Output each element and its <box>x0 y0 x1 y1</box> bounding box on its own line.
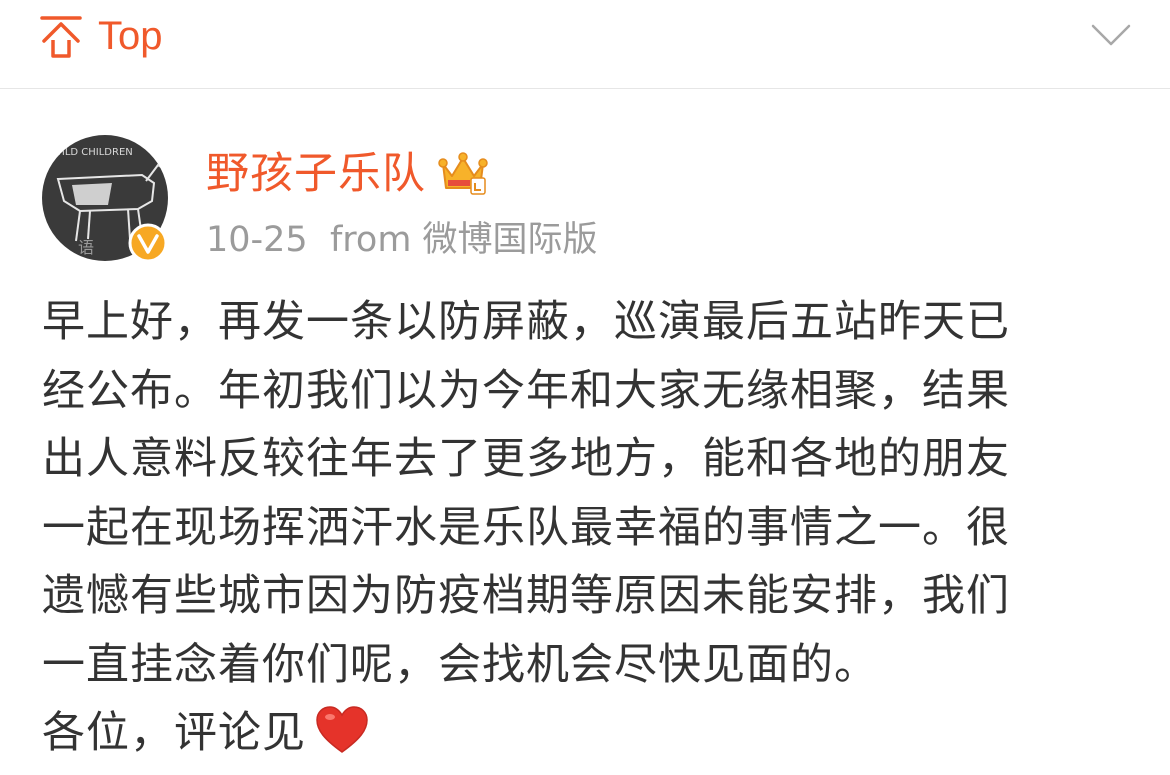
avatar-text: WILD CHILDREN <box>52 147 133 158</box>
post-body-line: 一直挂念着你们呢，会找机会尽快见面的。 <box>42 639 878 690</box>
post-meta: 10-25 from 微博国际版 <box>206 215 598 265</box>
post-body: 早上好，再发一条以防屏蔽，巡演最后五站昨天已 经公布。年初我们以为今年和大家无缘… <box>42 288 1132 768</box>
post-source: from 微博国际版 <box>329 220 598 260</box>
post-body-line: 早上好，再发一条以防屏蔽，巡演最后五站昨天已 <box>42 297 1010 347</box>
top-bar: Top <box>0 0 1170 89</box>
post-body-line: 各位，评论见 <box>42 708 306 758</box>
post-date[interactable]: 10-25 <box>206 220 308 260</box>
vip-crown-icon[interactable] <box>438 150 488 196</box>
post-body-last-line: 各位，评论见 <box>42 699 1132 768</box>
top-pin-icon[interactable] <box>38 14 84 60</box>
avatar-wrap[interactable]: WILD CHILDREN 语 <box>42 135 168 263</box>
post-body-line: 出人意料反较往年去了更多地方，能和各地的朋友 <box>42 434 1010 484</box>
post-body-line: 遗憾有些城市因为防疫档期等原因未能安排，我们 <box>42 571 1010 621</box>
weibo-post-screen: Top WILD CHILDREN 语 野孩子乐队 10-25 from 微博国… <box>0 0 1170 775</box>
avatar-caption: 语 <box>78 238 94 257</box>
post-body-line: 经公布。年初我们以为今年和大家无缘相聚，结果 <box>42 365 1010 416</box>
post-body-line: 一起在现场挥洒汗水是乐队最幸福的事情之一。很 <box>42 502 1010 553</box>
heart-icon <box>316 706 368 753</box>
chevron-down-icon[interactable] <box>1090 20 1132 50</box>
top-label[interactable]: Top <box>98 10 163 62</box>
verified-badge-icon <box>128 223 168 263</box>
username[interactable]: 野孩子乐队 <box>206 146 426 202</box>
